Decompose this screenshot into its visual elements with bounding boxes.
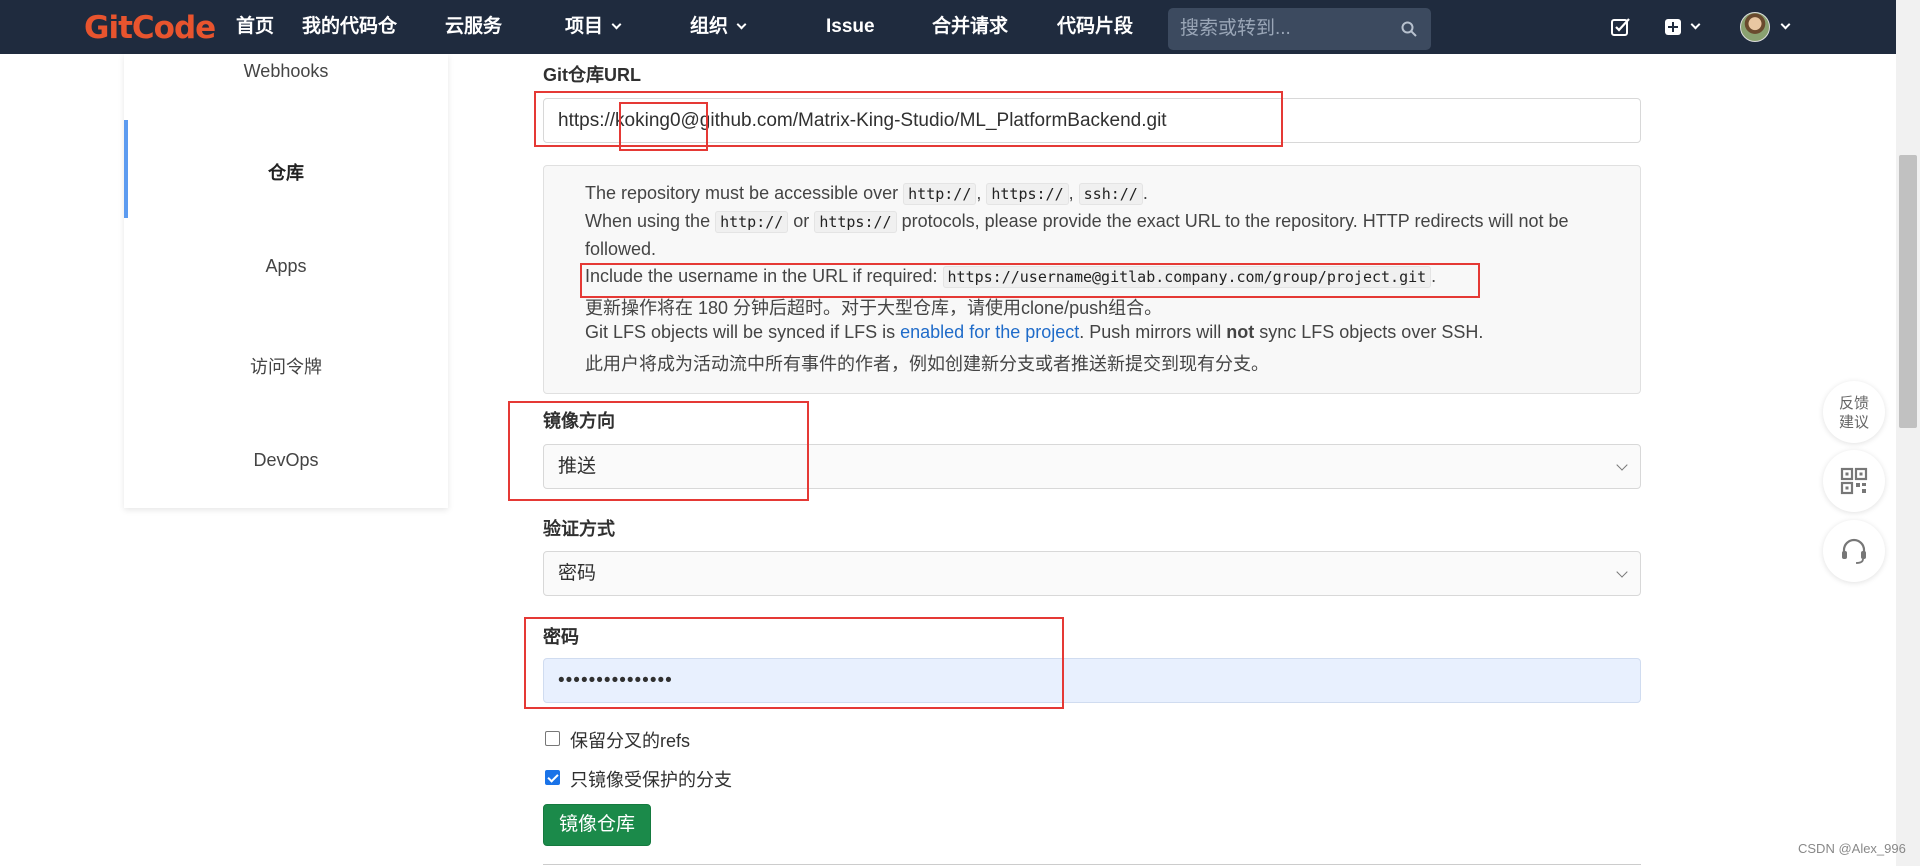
customer-service-button[interactable] [1823,520,1885,582]
feedback-label: 反馈 建议 [1838,395,1869,431]
nav-projects[interactable]: 项目 [565,0,622,54]
help-line-timeout: 更新操作将在 180 分钟后超时。对于大型仓库，请使用clone/push组合。 [585,298,1163,318]
nav-snippets[interactable]: 代码片段 [1057,0,1133,54]
chevron-down-icon [736,19,747,30]
lfs-enabled-link[interactable]: enabled for the project [900,322,1079,342]
settings-sidebar: Webhooks 仓库 Apps 访问令牌 DevOps [124,54,448,508]
sidebar-item-access-tokens[interactable]: 访问令牌 [124,353,448,379]
chevron-down-icon [611,19,622,30]
help-text: Include the username in the URL if requi… [585,266,943,286]
help-line-followed: followed. [585,239,657,259]
code-http: http:// [903,183,977,205]
help-line-username: Include the username in the URL if requi… [585,266,1437,288]
auth-method-label: 验证方式 [543,519,615,539]
mirror-direction-select[interactable]: 推送 [543,444,1641,489]
code-example-url: https://username@gitlab.company.com/grou… [942,266,1432,288]
sidebar-item-repository[interactable]: 仓库 [124,159,448,185]
feedback-button[interactable]: 反馈 建议 [1823,381,1885,443]
help-line-protocols: The repository must be accessible over h… [585,183,1148,205]
protected-only-checkbox[interactable] [545,770,560,785]
create-new-menu[interactable] [1664,0,1701,54]
plus-square-icon [1665,19,1681,35]
help-text: sync LFS objects over SSH. [1254,322,1484,342]
code-http: http:// [715,211,789,233]
chevron-down-icon [1616,459,1628,471]
help-text: Git LFS objects will be synced if LFS is [585,322,901,342]
nav-issue[interactable]: Issue [826,0,875,54]
help-line-lfs: Git LFS objects will be synced if LFS is… [585,322,1483,343]
user-avatar[interactable] [1740,12,1770,42]
help-text: When using the [585,211,716,231]
nav-home[interactable]: 首页 [236,0,274,54]
top-navbar: GitCode 首页 我的代码仓 云服务 项目 组织 Issue 合并请求 代码… [0,0,1920,54]
mirror-repository-button[interactable]: 镜像仓库 [543,804,651,846]
todo-icon[interactable] [1610,14,1632,40]
divider [543,864,1641,865]
nav-my-repos[interactable]: 我的代码仓 [302,0,397,54]
help-text: protocols, please provide the exact URL … [896,211,1569,231]
help-line-redirects: When using the http:// or https:// proto… [585,211,1569,233]
help-text: . [1142,183,1148,203]
code-ssh: ssh:// [1078,183,1143,205]
scrollbar-thumb[interactable] [1899,155,1917,428]
password-field[interactable]: ••••••••••••••• [543,658,1641,703]
sidebar-item-webhooks[interactable]: Webhooks [124,61,448,82]
auth-method-value: 密码 [558,563,597,584]
help-text: or [788,211,815,231]
keep-refs-checkbox[interactable] [545,731,560,746]
help-text: . Push mirrors will [1079,322,1227,342]
mirror-help-box: The repository must be accessible over h… [543,165,1641,394]
qrcode-icon [1840,467,1868,495]
page-scrollbar[interactable] [1896,0,1920,866]
sidebar-item-apps[interactable]: Apps [124,256,448,277]
sidebar-item-devops[interactable]: DevOps [124,450,448,471]
user-menu-toggle[interactable] [1772,0,1791,54]
nav-groups-label: 组织 [690,16,729,37]
keep-refs-label[interactable]: 保留分叉的refs [570,727,690,753]
help-text-bold: not [1226,322,1255,342]
gitcode-logo[interactable]: GitCode [84,10,216,46]
help-text: , [976,183,987,203]
help-text: , [1068,183,1079,203]
mirror-direction-value: 推送 [558,456,597,477]
code-https: https:// [814,211,897,233]
chevron-down-icon [1616,566,1628,578]
password-label: 密码 [543,627,579,647]
help-line-author: 此用户将成为活动流中所有事件的作者，例如创建新分支或者推送新提交到现有分支。 [585,354,1269,374]
qrcode-button[interactable] [1823,450,1885,512]
help-text: The repository must be accessible over [585,183,904,203]
auth-method-select[interactable]: 密码 [543,551,1641,596]
git-url-label: Git仓库URL [543,65,641,85]
watermark: CSDN @Alex_996 [1798,841,1906,856]
nav-projects-label: 项目 [565,16,604,37]
chevron-down-icon [1690,19,1701,30]
nav-merge-requests[interactable]: 合并请求 [932,0,1008,54]
help-text: . [1431,266,1437,286]
search-icon[interactable] [1401,21,1417,37]
git-url-input[interactable]: https://koking0@github.com/Matrix-King-S… [543,98,1641,143]
nav-groups[interactable]: 组织 [690,0,747,54]
nav-cloud-services[interactable]: 云服务 [445,0,502,54]
chevron-down-icon [1780,19,1791,30]
protected-only-label[interactable]: 只镜像受保护的分支 [570,766,732,792]
headset-icon [1842,538,1866,564]
code-https: https:// [986,183,1069,205]
mirror-direction-label: 镜像方向 [543,411,615,431]
search-input[interactable] [1180,8,1390,50]
search-box[interactable] [1168,8,1431,50]
